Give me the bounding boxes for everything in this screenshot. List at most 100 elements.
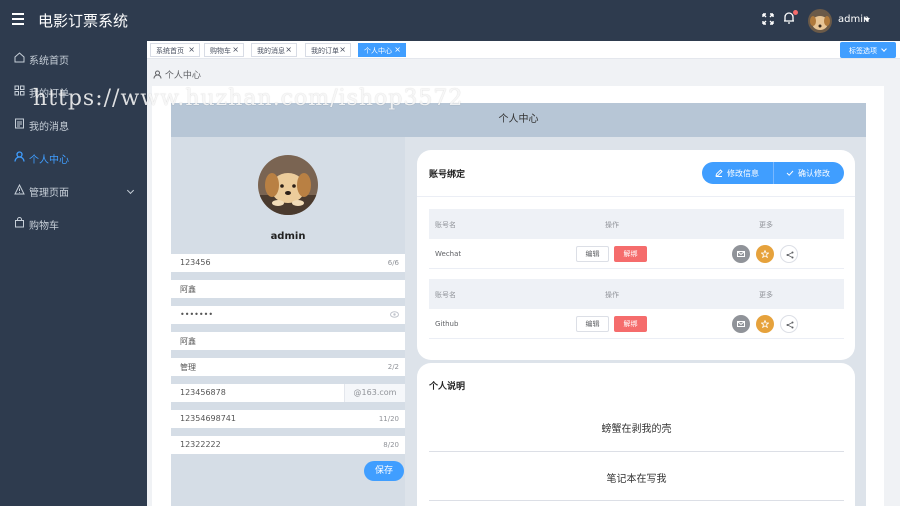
char-counter: 6/6 <box>387 259 399 267</box>
tab-options-label: 标签选项 <box>849 47 877 55</box>
home-icon <box>14 52 25 63</box>
edit-info-button[interactable]: 修改信息 <box>715 168 759 179</box>
sidebar-item-label: 系统首页 <box>29 56 69 67</box>
note-icon <box>15 118 24 129</box>
edit-info-label: 修改信息 <box>727 169 759 178</box>
user-icon <box>153 70 162 79</box>
favorite-button[interactable] <box>756 245 774 263</box>
input-value: 12354698741 <box>180 414 236 423</box>
extra-input[interactable]: 12322222 8/20 <box>171 436 405 454</box>
share-button[interactable] <box>780 245 798 263</box>
bag-icon <box>15 217 24 228</box>
confirm-edit-button[interactable]: 确认修改 <box>786 168 830 179</box>
about-divider <box>429 500 844 501</box>
message-button[interactable] <box>732 315 750 333</box>
close-icon[interactable]: × <box>339 45 346 54</box>
tab-profile[interactable]: 个人中心 × <box>358 43 406 57</box>
input-value: 12322222 <box>180 440 221 449</box>
about-divider <box>429 451 844 452</box>
table-header: 账号名 操作 更多 <box>429 209 844 239</box>
sidebar-item-label: 我的消息 <box>29 122 69 133</box>
user-icon <box>14 151 25 162</box>
input-value: 阿鑫 <box>180 285 196 294</box>
column-header-action: 操作 <box>605 291 619 299</box>
table-row: Wechat 编辑 解绑 <box>429 239 844 269</box>
input-value: 阿鑫 <box>180 337 196 346</box>
tab-label: 我的订单 <box>311 47 339 55</box>
input-value: 123456878 <box>180 388 226 397</box>
tab-label: 系统首页 <box>156 47 184 55</box>
sidebar-item-admin[interactable]: 管理页面 <box>0 174 147 206</box>
table-header: 账号名 操作 更多 <box>429 279 844 309</box>
column-header-action: 操作 <box>605 221 619 229</box>
star-icon <box>761 250 769 258</box>
char-counter: 2/2 <box>387 363 399 371</box>
about-title: 个人说明 <box>429 382 466 392</box>
close-icon[interactable]: × <box>394 45 401 54</box>
chevron-down-icon <box>881 46 887 52</box>
close-icon[interactable]: × <box>285 45 292 54</box>
account-binding-title: 账号绑定 <box>429 170 466 180</box>
sidebar-item-home[interactable]: 系统首页 <box>0 42 147 74</box>
warning-icon <box>14 184 25 195</box>
tab-options-button[interactable]: 标签选项 <box>840 42 896 58</box>
sidebar-item-label: 购物车 <box>29 221 59 232</box>
phone-input[interactable]: 12354698741 11/20 <box>171 410 405 428</box>
edit-button[interactable]: 编辑 <box>576 316 609 332</box>
profile-avatar[interactable] <box>258 155 318 215</box>
sidebar-item-cart[interactable]: 购物车 <box>0 207 147 239</box>
eye-icon[interactable] <box>390 311 399 318</box>
chevron-down-icon <box>126 186 135 195</box>
message-button[interactable] <box>732 245 750 263</box>
sidebar-item-messages[interactable]: 我的消息 <box>0 108 147 140</box>
about-line: 笔记本在写我 <box>606 474 667 485</box>
close-icon[interactable]: × <box>188 45 195 54</box>
close-icon[interactable]: × <box>232 45 239 54</box>
unbind-button[interactable]: 解绑 <box>614 316 647 332</box>
card-divider <box>417 196 855 197</box>
favorite-button[interactable] <box>756 315 774 333</box>
edit-button[interactable]: 编辑 <box>576 246 609 262</box>
fullscreen-icon[interactable] <box>762 13 774 25</box>
account-input[interactable]: 123456 6/6 <box>171 254 405 272</box>
star-icon <box>761 320 769 328</box>
user-avatar[interactable] <box>808 9 832 33</box>
account-name: Wechat <box>435 250 462 258</box>
table-row: Github 编辑 解绑 <box>429 309 844 339</box>
column-header-more: 更多 <box>759 221 773 229</box>
mail-icon <box>737 251 745 257</box>
nickname-input[interactable]: 阿鑫 <box>171 280 405 298</box>
grid-icon <box>14 85 25 96</box>
unbind-button[interactable]: 解绑 <box>614 246 647 262</box>
share-button[interactable] <box>780 315 798 333</box>
password-input[interactable]: ••••••• <box>171 306 405 324</box>
top-header: 电影订票系统 admin <box>0 0 900 41</box>
sidebar-item-label: 管理页面 <box>29 188 69 199</box>
tabs-bar: 系统首页 × 购物车 × 我的消息 × 我的订单 × 个人中心 × <box>147 41 900 59</box>
hamburger-menu-icon[interactable] <box>12 13 24 25</box>
caret-down-icon[interactable] <box>864 18 870 22</box>
column-header-more: 更多 <box>759 291 773 299</box>
tab-cart[interactable]: 购物车 × <box>204 43 244 57</box>
check-icon <box>786 170 794 176</box>
share-icon <box>786 321 794 329</box>
tab-orders[interactable]: 我的订单 × <box>305 43 351 57</box>
save-button[interactable]: 保存 <box>364 461 404 481</box>
tab-home[interactable]: 系统首页 × <box>150 43 200 57</box>
notification-dot <box>793 10 798 15</box>
profile-name: admin <box>270 231 306 242</box>
action-button-group: 修改信息 确认修改 <box>702 162 844 184</box>
column-header-name: 账号名 <box>435 291 456 299</box>
confirm-edit-label: 确认修改 <box>798 169 830 178</box>
email-input[interactable]: 123456878 @163.com <box>171 384 405 402</box>
breadcrumb-label: 个人中心 <box>164 71 201 81</box>
role-input[interactable]: 管理 2/2 <box>171 358 405 376</box>
tab-label: 我的消息 <box>257 47 285 55</box>
sidebar-item-profile[interactable]: 个人中心 <box>0 141 147 173</box>
input-value: ••••••• <box>180 310 214 319</box>
column-header-name: 账号名 <box>435 221 456 229</box>
realname-input[interactable]: 阿鑫 <box>171 332 405 350</box>
edit-icon <box>715 169 723 177</box>
watermark: https://www.huzhan.com/ishop3572 <box>33 86 464 111</box>
tab-messages[interactable]: 我的消息 × <box>251 43 297 57</box>
